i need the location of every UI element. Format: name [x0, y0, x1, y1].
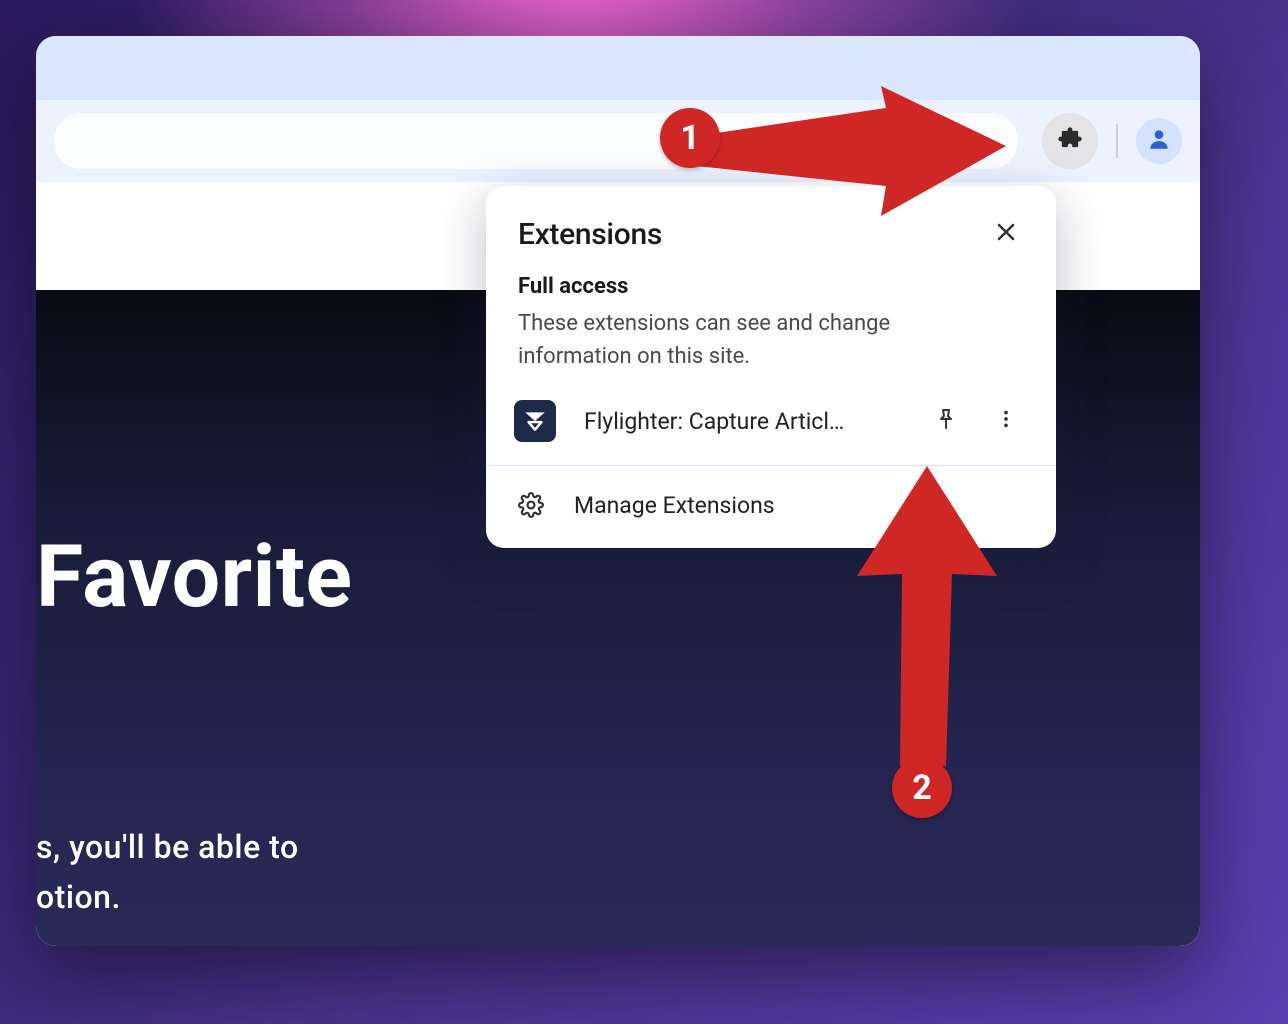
- close-button[interactable]: [988, 216, 1024, 252]
- puzzle-piece-icon: [1056, 125, 1084, 157]
- toolbar-divider: [1116, 124, 1118, 158]
- browser-toolbar: [36, 100, 1200, 182]
- flylighter-extension-icon: [514, 400, 556, 442]
- manage-extensions-button[interactable]: Manage Extensions: [486, 466, 1056, 548]
- avatar-icon: [1146, 126, 1172, 156]
- pin-icon: [934, 407, 958, 435]
- close-icon: [994, 220, 1018, 248]
- full-access-description: These extensions can see and change info…: [518, 307, 958, 373]
- extensions-popup: Extensions Full access These extensions …: [486, 186, 1056, 548]
- page-headline: Favorite: [36, 526, 352, 627]
- more-vertical-icon: [995, 408, 1017, 434]
- extensions-button[interactable]: [1042, 113, 1098, 169]
- page-subtext-2: otion.: [36, 878, 121, 916]
- extension-item[interactable]: Flylighter: Capture Articl…: [486, 373, 1056, 466]
- gear-icon: [516, 490, 546, 520]
- page-subtext-1: s, you'll be able to: [36, 828, 299, 866]
- full-access-title: Full access: [518, 274, 1024, 299]
- pin-button[interactable]: [924, 399, 968, 443]
- popup-title: Extensions: [518, 217, 662, 252]
- address-bar[interactable]: [54, 113, 1018, 169]
- extension-name: Flylighter: Capture Articl…: [584, 408, 908, 435]
- profile-button[interactable]: [1136, 118, 1182, 164]
- more-options-button[interactable]: [984, 399, 1028, 443]
- manage-extensions-label: Manage Extensions: [574, 492, 775, 519]
- tab-strip: [36, 36, 1200, 100]
